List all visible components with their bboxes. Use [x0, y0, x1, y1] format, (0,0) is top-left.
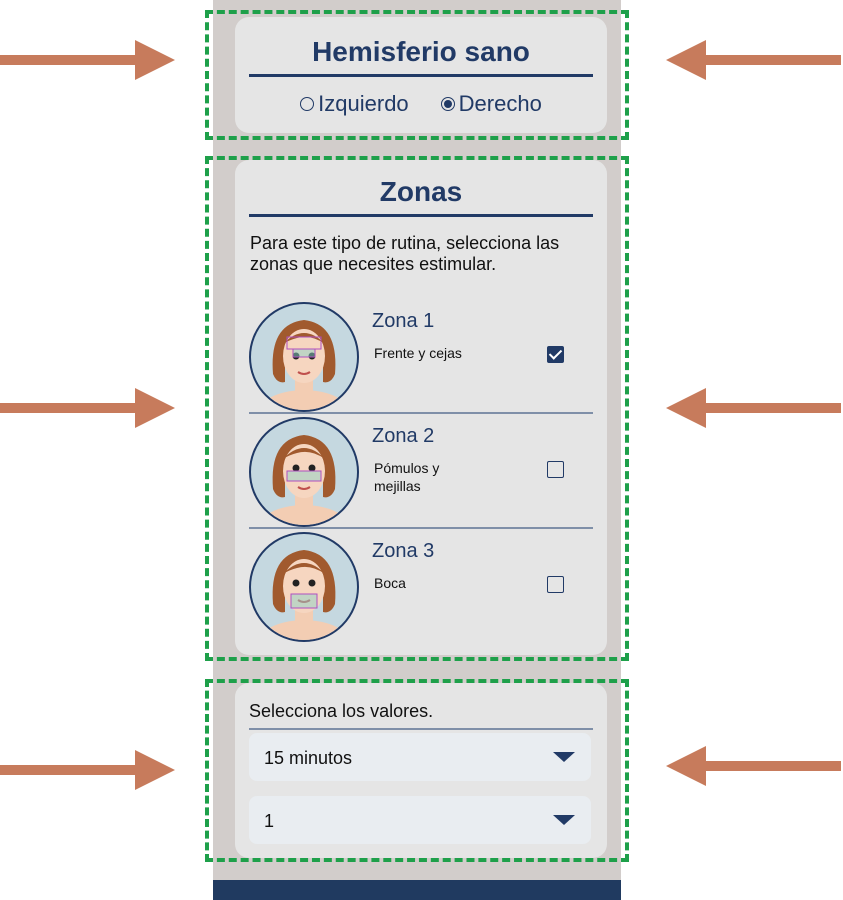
- arrow-right-icon: [0, 40, 175, 80]
- arrow-left-icon: [666, 40, 841, 80]
- highlight-box-zonas: [205, 156, 629, 661]
- arrow-right-icon: [0, 388, 175, 428]
- bottom-bar: [213, 880, 621, 900]
- highlight-box-valores: [205, 679, 629, 862]
- arrow-left-icon: [666, 388, 841, 428]
- arrow-right-icon: [0, 750, 175, 790]
- arrow-left-icon: [666, 746, 841, 786]
- highlight-box-hemisferio: [205, 10, 629, 140]
